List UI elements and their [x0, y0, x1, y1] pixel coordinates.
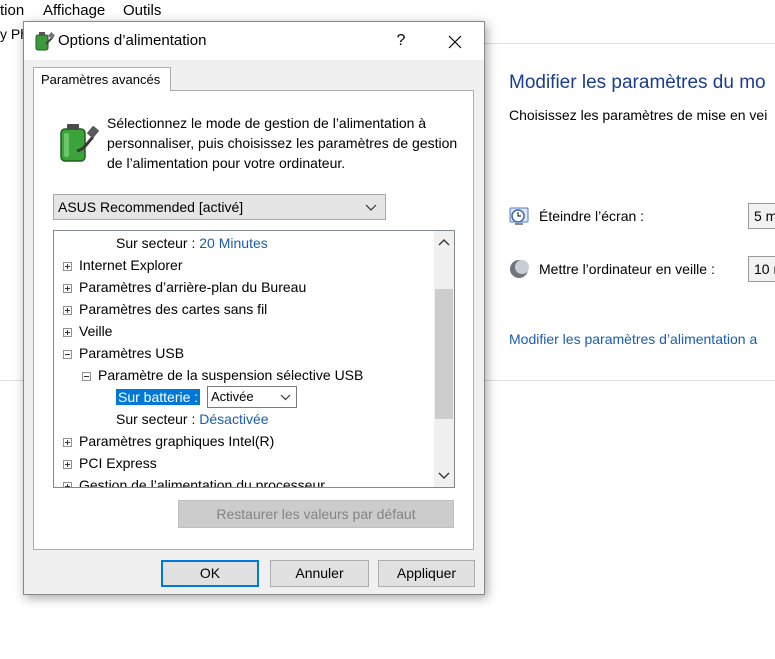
collapse-icon[interactable]	[82, 372, 91, 381]
page-subtitle: Choisissez les paramètres de mise en vei	[509, 107, 768, 123]
power-options-icon	[35, 31, 55, 51]
expand-icon[interactable]	[63, 284, 72, 293]
collapse-icon[interactable]	[63, 350, 72, 359]
expand-icon[interactable]	[63, 438, 72, 447]
moon-icon	[510, 260, 529, 278]
tree-leaf-sur-secteur-usb[interactable]: Sur secteur : Désactivée	[116, 408, 269, 430]
chevron-down-icon	[280, 394, 291, 401]
menu-bar: tion Affichage Outils	[0, 0, 775, 22]
sleep-select[interactable]: 10 m	[748, 256, 775, 282]
power-options-dialog: Options d’alimentation ? Paramètres avan…	[23, 21, 485, 595]
intro-description: Sélectionnez le mode de gestion de l’ali…	[107, 115, 458, 171]
ok-button[interactable]: OK	[161, 560, 259, 587]
expand-icon[interactable]	[63, 460, 72, 469]
setting-label-selected: Sur batterie :	[116, 389, 201, 405]
menu-item-affichage[interactable]: Affichage	[43, 2, 105, 19]
power-plan-value: ASUS Recommended [activé]	[58, 199, 244, 215]
advanced-settings-link[interactable]: Modifier les paramètres d’alimentation a	[509, 331, 757, 347]
display-clock-icon	[509, 207, 529, 225]
screen-off-select[interactable]: 5 m	[748, 203, 775, 229]
help-button[interactable]: ?	[384, 24, 418, 58]
apply-button[interactable]: Appliquer	[378, 560, 475, 587]
setting-value-link[interactable]: 20 Minutes	[199, 235, 267, 251]
restore-defaults-button[interactable]: Restaurer les valeurs par défaut	[178, 500, 454, 528]
scroll-up-icon[interactable]	[438, 237, 450, 247]
tree-item-intel-graphics[interactable]: Paramètres graphiques Intel(R)	[79, 430, 274, 452]
close-button[interactable]	[438, 24, 472, 58]
tree-item-internet-explorer[interactable]: Internet Explorer	[79, 254, 183, 276]
sleep-label: Mettre l’ordinateur en veille :	[539, 261, 715, 277]
battery-setting-select[interactable]: Activée	[207, 386, 297, 408]
tree-item-usb[interactable]: Paramètres USB	[79, 342, 184, 364]
menu-item-fichier[interactable]: tion	[0, 2, 24, 19]
expand-icon[interactable]	[63, 482, 72, 487]
tree-item-processor[interactable]: Gestion de l’alimentation du processeur	[79, 474, 325, 487]
scrollbar-thumb[interactable]	[435, 289, 453, 419]
tree-leaf-sur-secteur[interactable]: Sur secteur : 20 Minutes	[116, 232, 268, 254]
tab-advanced-settings[interactable]: Paramètres avancés	[33, 67, 171, 91]
tree-leaf-sur-batterie[interactable]: Sur batterie :	[116, 386, 201, 408]
divider	[485, 43, 775, 44]
settings-tree[interactable]: Sur secteur : 20 Minutes Internet Explor…	[53, 230, 455, 488]
dialog-title: Options d’alimentation	[58, 32, 207, 49]
screen-off-label: Éteindre l’écran :	[539, 208, 645, 224]
tree-item-wireless[interactable]: Paramètres des cartes sans fil	[79, 298, 267, 320]
page-title: Modifier les paramètres du mo	[509, 72, 766, 93]
tree-item-usb-selective-suspend[interactable]: Paramètre de la suspension sélective USB	[98, 364, 363, 386]
expand-icon[interactable]	[63, 262, 72, 271]
tree-item-veille[interactable]: Veille	[79, 320, 112, 342]
power-plan-select[interactable]: ASUS Recommended [activé]	[53, 194, 386, 220]
tree-item-desktop-background[interactable]: Paramètres d’arrière-plan du Bureau	[79, 276, 306, 298]
close-icon	[448, 35, 462, 49]
battery-setting-value: Activée	[211, 389, 254, 404]
cancel-button[interactable]: Annuler	[270, 560, 369, 587]
expand-icon[interactable]	[63, 328, 72, 337]
tree-item-pci-express[interactable]: PCI Express	[79, 452, 157, 474]
battery-plug-icon	[60, 124, 99, 162]
title-bar[interactable]: Options d’alimentation ?	[24, 22, 484, 60]
menu-item-outils[interactable]: Outils	[123, 2, 161, 19]
tab-panel: Sélectionnez le mode de gestion de l’ali…	[33, 90, 474, 550]
chevron-down-icon	[365, 204, 377, 211]
expand-icon[interactable]	[63, 306, 72, 315]
setting-label: Sur secteur :	[116, 411, 196, 427]
setting-value-link[interactable]: Désactivée	[199, 411, 268, 427]
scroll-down-icon[interactable]	[438, 471, 450, 481]
setting-label: Sur secteur :	[116, 235, 196, 251]
